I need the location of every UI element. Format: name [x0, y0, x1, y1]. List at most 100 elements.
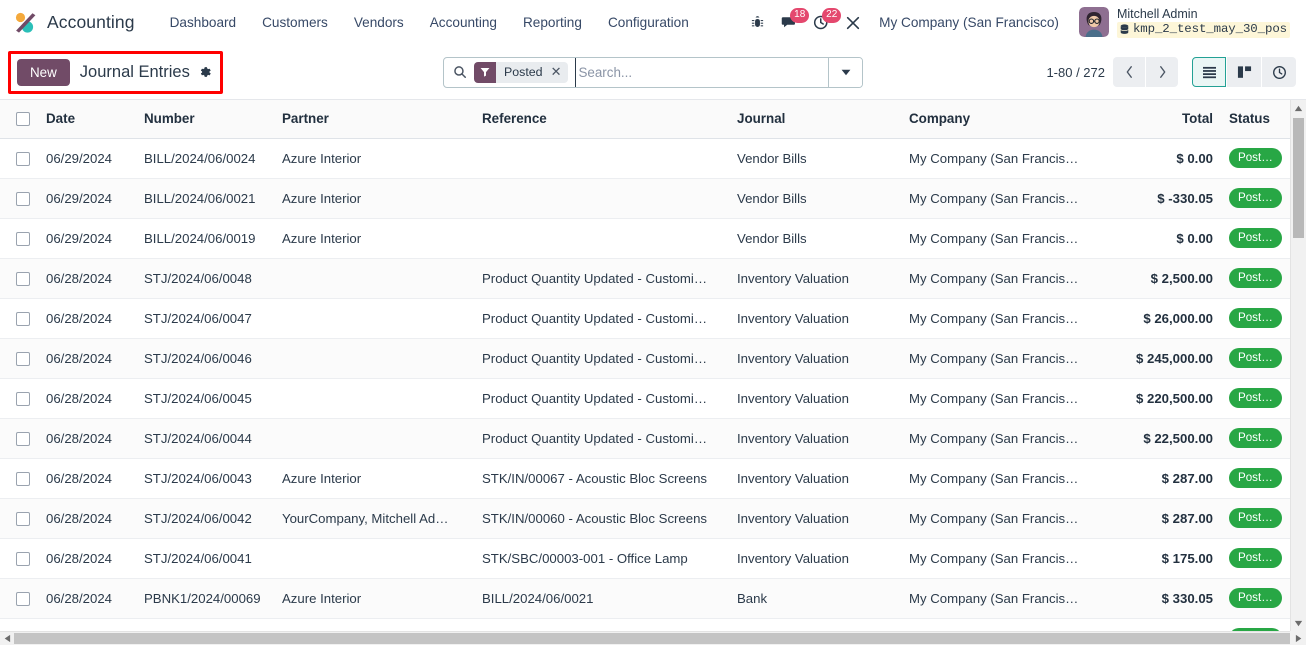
- messages-button[interactable]: 18: [773, 7, 810, 39]
- row-checkbox[interactable]: [16, 191, 30, 206]
- table-row[interactable]: 06/28/2024 STJ/2024/06/0042 YourCompany,…: [0, 498, 1290, 539]
- company-switcher[interactable]: My Company (San Francisco): [869, 9, 1069, 36]
- row-checkbox[interactable]: [16, 551, 30, 566]
- column-header-company[interactable]: Company: [901, 100, 1101, 139]
- row-checkbox[interactable]: [16, 271, 30, 286]
- cell-company: My Company (San Francis…: [901, 338, 1101, 379]
- table-row[interactable]: 06/29/2024 BILL/2024/06/0019 Azure Inter…: [0, 218, 1290, 259]
- journal-entries-table: Date Number Partner Reference Journal Co…: [0, 100, 1290, 631]
- row-select-cell: [0, 538, 38, 579]
- control-panel-right: 1-80 / 272: [1046, 57, 1296, 87]
- table-row[interactable]: 06/28/2024 STJ/2024/06/0043 Azure Interi…: [0, 458, 1290, 499]
- search-dropdown-toggle[interactable]: [828, 57, 862, 87]
- journal-entries-list: Date Number Partner Reference Journal Co…: [0, 100, 1306, 645]
- table-row[interactable]: 06/28/2024 STJ/2024/06/0041 STK/SBC/0000…: [0, 538, 1290, 579]
- cell-journal: Bank: [729, 578, 901, 619]
- column-header-date[interactable]: Date: [38, 100, 136, 139]
- cell-journal: Inventory Valuation: [729, 498, 901, 539]
- row-checkbox[interactable]: [16, 431, 30, 446]
- menu-item-customers[interactable]: Customers: [249, 9, 341, 36]
- highlighted-region: New Journal Entries: [8, 50, 223, 94]
- table-row[interactable]: 06/28/2024 STJ/2024/06/0045 Product Quan…: [0, 378, 1290, 419]
- cell-status: Post…: [1221, 458, 1290, 499]
- table-row[interactable]: 06/28/2024 PBNK1/2024/00068 YourCompany,…: [0, 618, 1290, 631]
- cell-total: $ -330.05: [1101, 178, 1221, 219]
- menu-item-accounting[interactable]: Accounting: [417, 9, 510, 36]
- view-button-kanban[interactable]: [1227, 57, 1261, 87]
- brand-name: Accounting: [47, 12, 135, 32]
- column-header-number[interactable]: Number: [136, 100, 274, 139]
- scroll-right-arrow[interactable]: [1295, 634, 1302, 643]
- pager-previous-button[interactable]: [1113, 57, 1145, 87]
- status-badge: Post…: [1229, 187, 1282, 209]
- row-checkbox[interactable]: [16, 391, 30, 406]
- row-checkbox[interactable]: [16, 351, 30, 366]
- view-button-list[interactable]: [1192, 57, 1226, 87]
- cell-partner: [274, 298, 474, 339]
- kanban-view-icon: [1237, 66, 1251, 78]
- row-checkbox[interactable]: [16, 311, 30, 326]
- pager-next-button[interactable]: [1146, 57, 1178, 87]
- debug-menu-button[interactable]: [741, 7, 773, 39]
- menu-item-reporting[interactable]: Reporting: [510, 9, 595, 36]
- activities-button[interactable]: 22: [805, 7, 842, 39]
- cell-date: 06/28/2024: [38, 338, 136, 379]
- cell-reference: STK/IN/00067 - Acoustic Bloc Screens: [474, 458, 729, 499]
- cell-total: $ 0.00: [1101, 138, 1221, 179]
- horizontal-scrollbar-thumb[interactable]: [14, 633, 1290, 644]
- user-menu[interactable]: Mitchell Admin kmp_2_test_may_30_pos: [1069, 7, 1294, 38]
- row-checkbox[interactable]: [16, 591, 30, 606]
- row-checkbox[interactable]: [16, 511, 30, 526]
- database-name: kmp_2_test_may_30_pos: [1132, 22, 1287, 37]
- column-header-status[interactable]: Status: [1221, 100, 1290, 139]
- scroll-left-arrow[interactable]: [0, 634, 14, 643]
- scroll-up-arrow[interactable]: [1291, 100, 1306, 116]
- cell-partner: YourCompany, Mitchell Ad: [274, 618, 474, 631]
- table-row[interactable]: 06/28/2024 STJ/2024/06/0046 Product Quan…: [0, 338, 1290, 379]
- menu-item-configuration[interactable]: Configuration: [595, 9, 702, 36]
- vertical-scrollbar[interactable]: [1290, 100, 1306, 631]
- cell-reference: BILL/2024/06/0017: [474, 618, 729, 631]
- new-button[interactable]: New: [17, 58, 70, 86]
- row-checkbox[interactable]: [16, 231, 30, 246]
- select-all-checkbox[interactable]: [16, 112, 30, 127]
- cell-total: $ 2,500.00: [1101, 258, 1221, 299]
- cell-date: 06/28/2024: [38, 298, 136, 339]
- column-header-journal[interactable]: Journal: [729, 100, 901, 139]
- table-row[interactable]: 06/29/2024 BILL/2024/06/0024 Azure Inter…: [0, 138, 1290, 179]
- search-facet-posted[interactable]: Posted ✕: [474, 61, 569, 83]
- shortcuts-button[interactable]: [837, 7, 869, 39]
- row-checkbox[interactable]: [16, 151, 30, 166]
- pager-count[interactable]: 1-80 / 272: [1046, 65, 1105, 80]
- row-checkbox[interactable]: [16, 471, 30, 486]
- close-x-icon[interactable]: ✕: [548, 61, 569, 83]
- cell-company: My Company (San Francis: [901, 618, 1101, 631]
- table-row[interactable]: 06/28/2024 STJ/2024/06/0044 Product Quan…: [0, 418, 1290, 459]
- table-row[interactable]: 06/29/2024 BILL/2024/06/0021 Azure Inter…: [0, 178, 1290, 219]
- brand-home-link[interactable]: Accounting: [12, 11, 135, 35]
- row-select-cell: [0, 258, 38, 299]
- table-row[interactable]: 06/28/2024 STJ/2024/06/0048 Product Quan…: [0, 258, 1290, 299]
- horizontal-scrollbar[interactable]: [0, 631, 1290, 645]
- row-select-cell: [0, 338, 38, 379]
- activity-clock-icon: [1272, 65, 1286, 79]
- cell-reference: [474, 178, 729, 219]
- search-input[interactable]: [575, 57, 822, 87]
- view-switcher: [1192, 57, 1296, 87]
- systray: 18 22 My Company (San Francisco) Mitchel…: [741, 7, 1298, 39]
- table-row[interactable]: 06/28/2024 PBNK1/2024/00069 Azure Interi…: [0, 578, 1290, 619]
- column-header-reference[interactable]: Reference: [474, 100, 729, 139]
- menu-item-vendors[interactable]: Vendors: [341, 9, 417, 36]
- view-button-activity[interactable]: [1262, 57, 1296, 87]
- gear-icon[interactable]: [198, 65, 212, 79]
- cell-number: BILL/2024/06/0024: [136, 138, 274, 179]
- vertical-scrollbar-thumb[interactable]: [1293, 118, 1304, 238]
- status-badge: Post…: [1229, 467, 1282, 489]
- cell-date: 06/28/2024: [38, 618, 136, 631]
- column-header-partner[interactable]: Partner: [274, 100, 474, 139]
- column-header-total[interactable]: Total: [1101, 100, 1221, 139]
- table-row[interactable]: 06/28/2024 STJ/2024/06/0047 Product Quan…: [0, 298, 1290, 339]
- search-inner: Posted ✕: [444, 57, 828, 87]
- scroll-down-arrow[interactable]: [1291, 615, 1306, 631]
- menu-item-dashboard[interactable]: Dashboard: [157, 9, 250, 36]
